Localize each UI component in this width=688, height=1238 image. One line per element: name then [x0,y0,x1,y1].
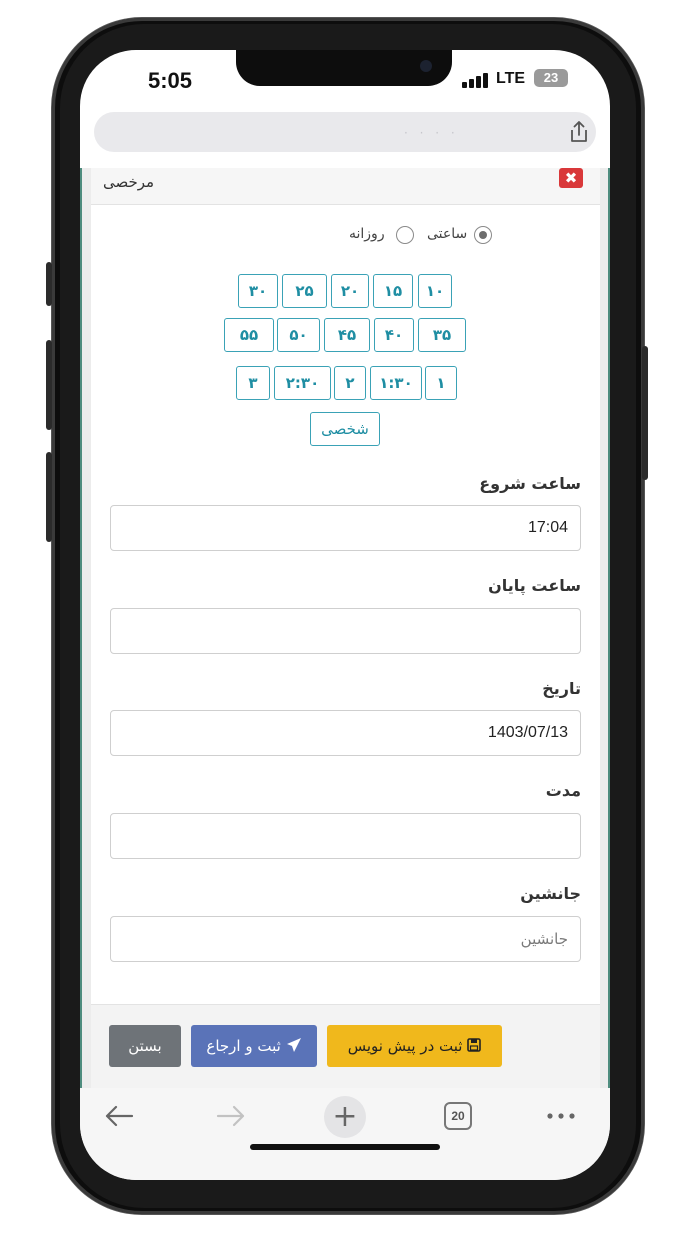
notch [236,50,452,86]
quick-time-chip[interactable]: ۳۵ [418,318,466,352]
modal-header: مرخصی ✖ [91,168,600,205]
battery-icon: 23 [534,69,568,87]
new-tab-plus-icon[interactable]: + [324,1096,366,1138]
signal-icon [462,72,492,88]
personal-leave-chip[interactable]: شخصی [310,412,380,446]
volume-up-button [46,340,52,430]
radio-hourly[interactable] [474,226,492,244]
close-icon[interactable]: ✖ [559,168,583,188]
page-edge-left [80,168,91,1088]
quick-time-chip[interactable]: ۵۰ [277,318,320,352]
date-input[interactable]: 1403/07/13 [110,710,581,756]
status-time: 5:05 [148,68,193,93]
substitute-label: جانشین [520,884,581,903]
quick-time-chip[interactable]: ۳۰ [238,274,278,308]
substitute-input[interactable]: جانشین [110,916,581,962]
floppy-disk-icon [467,1038,482,1052]
url-text: · · · · [404,126,459,140]
quick-time-chip[interactable]: ۵۵ [224,318,274,352]
network-type: LTE [496,70,526,87]
forward-arrow-icon[interactable] [216,1104,246,1128]
back-arrow-icon[interactable] [104,1104,134,1128]
close-button[interactable]: بستن [109,1025,181,1067]
quick-time-chip[interactable]: ۲۰ [331,274,369,308]
browser-toolbar: + 20 [80,1088,610,1180]
start-time-input[interactable]: 17:04 [110,505,581,551]
share-icon[interactable] [568,120,590,144]
save-draft-button[interactable]: ثبت در پیش نویس [327,1025,502,1067]
quick-time-chip[interactable]: ۴۵ [324,318,370,352]
quick-time-chip[interactable]: ۴۰ [374,318,414,352]
end-time-input[interactable] [110,608,581,654]
home-indicator[interactable] [250,1144,440,1150]
paper-plane-icon [286,1038,301,1052]
radio-daily[interactable] [396,226,414,244]
submit-refer-label: ثبت و ارجاع [206,1037,281,1055]
volume-down-button [46,452,52,542]
duration-label: مدت [545,781,581,800]
quick-time-chip[interactable]: ۱۵ [373,274,413,308]
tabs-count-button[interactable]: 20 [444,1102,472,1130]
quick-time-chip[interactable]: ۲:۳۰ [274,366,331,400]
end-time-label: ساعت پایان [488,576,581,595]
leave-type-radio-group: ساعتی روزانه [80,224,610,248]
quick-time-chip[interactable]: ۱۰ [418,274,452,308]
address-bar[interactable]: · · · · [94,112,596,152]
mute-switch [46,262,52,306]
quick-time-chip[interactable]: ۳ [236,366,270,400]
date-label: تاریخ [542,679,581,698]
start-time-label: ساعت شروع [479,474,581,493]
duration-input[interactable] [110,813,581,859]
camera-icon [420,60,432,72]
quick-time-chip[interactable]: ۲۵ [282,274,327,308]
more-options-icon[interactable] [546,1112,576,1120]
save-draft-label: ثبت در پیش نویس [347,1037,463,1055]
quick-time-chip[interactable]: ۱:۳۰ [370,366,422,400]
radio-hourly-label: ساعتی [427,226,468,242]
radio-daily-label: روزانه [349,226,385,242]
quick-time-chip[interactable]: ۱ [425,366,457,400]
modal-title: مرخصی [103,173,155,191]
modal-dialog: مرخصی ✖ ساعتی روزانه ۱۰ ۱۵ ۲۰ ۲۵ ۳۰ ۳۵ ۴… [80,168,610,1089]
submit-refer-button[interactable]: ثبت و ارجاع [191,1025,317,1067]
modal-footer: بستن ثبت و ارجاع ثبت در پیش نویس [91,1004,600,1089]
page-edge-right [600,168,610,1088]
quick-time-chip[interactable]: ۲ [334,366,366,400]
power-button [642,346,648,480]
screen: 5:05 LTE 23 · · · · مرخصی ✖ ساعتی روزانه… [80,50,610,1180]
